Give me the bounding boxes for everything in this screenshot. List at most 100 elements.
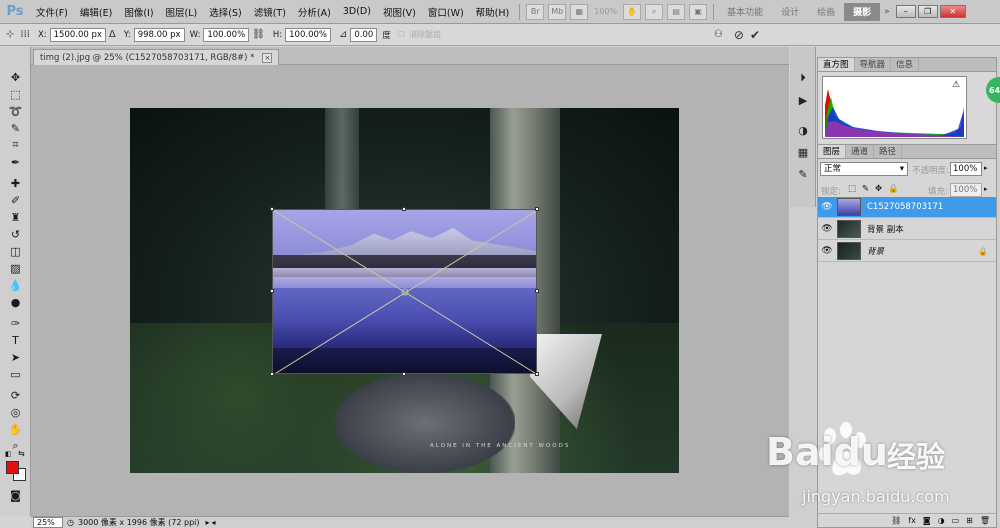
tab-histogram[interactable]: 直方图 <box>818 58 855 71</box>
zoom-tool-button[interactable]: ⌕ <box>645 3 664 20</box>
3d-rotate-tool-icon[interactable]: ⟳ <box>6 387 25 403</box>
transform-handle-l[interactable] <box>270 289 274 293</box>
shape-tool-icon[interactable]: ▭ <box>6 366 25 382</box>
fill-input[interactable]: 100% <box>950 183 982 197</box>
warp-mode-icon[interactable]: ⚇ <box>714 29 723 40</box>
lock-transparent-icon[interactable]: ⬚ <box>848 184 856 194</box>
transform-handle-tl[interactable] <box>270 207 274 211</box>
transform-handle-bl[interactable] <box>270 372 274 376</box>
dodge-tool-icon[interactable]: ● <box>6 294 25 310</box>
zoom-input[interactable]: 25% <box>33 517 63 528</box>
visibility-eye-icon[interactable]: 👁 <box>820 200 834 214</box>
visibility-eye-icon[interactable]: 👁 <box>820 244 834 258</box>
extras-button[interactable]: ▦ <box>570 3 589 20</box>
workspace-design[interactable]: 设计 <box>772 5 808 18</box>
zoom-level-select[interactable]: 100% <box>594 7 617 16</box>
height-input[interactable]: 100.00% <box>285 27 331 42</box>
document-tab[interactable]: timg (2).jpg @ 25% (C1527058703171, RGB/… <box>33 49 280 65</box>
default-colors-icon[interactable]: ◧ <box>5 450 12 458</box>
workspace-essentials[interactable]: 基本功能 <box>718 5 772 18</box>
menu-image[interactable]: 图像(I) <box>118 5 159 19</box>
minimize-button[interactable]: – <box>895 5 916 18</box>
adjustments-panel-icon[interactable]: ◑ <box>795 123 811 137</box>
x-position-input[interactable]: 1500.00 px <box>49 27 106 42</box>
commit-transform-icon[interactable]: ✔ <box>750 28 760 42</box>
pen-tool-icon[interactable]: ✑ <box>6 315 25 331</box>
history-brush-icon[interactable]: ↺ <box>6 226 25 242</box>
lock-pixels-icon[interactable]: ✎ <box>862 184 869 194</box>
canvas-area[interactable]: ALONE IN THE ANCIENT WOODS <box>31 65 789 516</box>
type-tool-icon[interactable]: T <box>6 332 25 348</box>
menu-select[interactable]: 选择(S) <box>203 5 247 19</box>
actions-panel-icon[interactable]: ▶ <box>795 93 811 107</box>
quick-mask-icon[interactable]: ◙ <box>6 487 25 503</box>
crop-tool-icon[interactable]: ⌗ <box>6 137 25 153</box>
layer-row-background-copy[interactable]: 👁 背景 副本 <box>818 219 996 240</box>
layer-row-background[interactable]: 👁 背景 🔒 <box>818 241 996 262</box>
restore-button[interactable]: ❐ <box>917 5 938 18</box>
workspace-painting[interactable]: 绘画 <box>808 5 844 18</box>
antialias-checkbox[interactable]: ☐ <box>398 30 405 39</box>
cancel-transform-icon[interactable]: ⊘ <box>734 28 744 42</box>
menu-window[interactable]: 窗口(W) <box>422 5 470 19</box>
width-input[interactable]: 100.00% <box>203 27 250 42</box>
healing-brush-icon[interactable]: ✚ <box>6 175 25 191</box>
transform-handle-r[interactable] <box>535 289 539 293</box>
move-tool-icon[interactable]: ✥ <box>6 69 25 85</box>
3d-orbit-tool-icon[interactable]: ◎ <box>6 404 25 420</box>
menu-help[interactable]: 帮助(H) <box>470 5 516 19</box>
menu-analysis[interactable]: 分析(A) <box>292 5 337 19</box>
transform-handle-b[interactable] <box>402 372 406 376</box>
clone-stamp-icon[interactable]: ♜ <box>6 209 25 225</box>
eyedropper-tool-icon[interactable]: ✒ <box>6 154 25 170</box>
workspace-photography[interactable]: 摄影 <box>844 2 881 21</box>
menu-filter[interactable]: 滤镜(T) <box>248 5 292 19</box>
menu-edit[interactable]: 编辑(E) <box>74 5 118 19</box>
eraser-tool-icon[interactable]: ◫ <box>6 243 25 259</box>
foreground-color-swatch[interactable] <box>6 461 19 474</box>
lock-all-icon[interactable]: 🔒 <box>888 184 899 194</box>
menu-file[interactable]: 文件(F) <box>30 5 74 19</box>
menu-3d[interactable]: 3D(D) <box>337 6 377 17</box>
transform-handle-t[interactable] <box>402 207 406 211</box>
histogram-warning-icon[interactable]: ⚠ <box>952 80 960 90</box>
hand-tool-button[interactable]: ✋ <box>623 3 642 20</box>
fill-arrow-icon[interactable]: ▸ <box>984 185 988 193</box>
opacity-input[interactable]: 100% <box>950 162 982 176</box>
styles-panel-icon[interactable]: ✎ <box>795 167 811 181</box>
blend-mode-select[interactable]: 正常 ▾ <box>820 162 908 176</box>
menu-view[interactable]: 视图(V) <box>377 5 422 19</box>
arrange-documents-button[interactable]: ▤ <box>667 3 686 20</box>
close-button[interactable]: ✕ <box>939 5 966 18</box>
bridge-button[interactable]: Br <box>526 3 545 20</box>
close-tab-icon[interactable]: × <box>262 52 273 63</box>
transform-handle-br[interactable] <box>535 372 539 376</box>
tab-channels[interactable]: 通道 <box>846 145 875 158</box>
menu-layer[interactable]: 图层(L) <box>160 5 204 19</box>
tab-layers[interactable]: 图层 <box>818 145 847 158</box>
swatches-panel-icon[interactable]: ▦ <box>795 145 811 159</box>
hand-tool-icon[interactable]: ✋ <box>6 421 25 437</box>
lasso-tool-icon[interactable]: ➰ <box>6 103 25 119</box>
marquee-tool-icon[interactable]: ⬚ <box>6 86 25 102</box>
workspace-more-icon[interactable]: » <box>884 7 890 17</box>
tab-info[interactable]: 信息 <box>891 58 920 71</box>
tab-navigator[interactable]: 导航器 <box>855 58 892 71</box>
y-position-input[interactable]: 998.00 px <box>133 27 185 42</box>
brush-tool-icon[interactable]: ✐ <box>6 192 25 208</box>
screen-mode-button[interactable]: ▣ <box>689 3 708 20</box>
layer-row-placed[interactable]: 👁 C1527058703171 <box>818 197 996 218</box>
transform-handle-tr[interactable] <box>535 207 539 211</box>
status-info-icon[interactable]: ◷ <box>67 518 74 527</box>
link-icon[interactable]: ⛓ <box>252 29 265 40</box>
path-select-tool-icon[interactable]: ➤ <box>6 349 25 365</box>
angle-input[interactable]: 0.00 <box>350 27 378 42</box>
transform-tool-icon[interactable]: ⊹ <box>6 29 14 40</box>
reference-point-icon[interactable]: ⁞⁞⁞ <box>20 29 30 40</box>
placed-image-layer[interactable] <box>272 209 537 374</box>
scroll-left-icon[interactable]: ◂ <box>212 518 216 527</box>
blur-tool-icon[interactable]: 💧 <box>6 277 25 293</box>
opacity-arrow-icon[interactable]: ▸ <box>984 164 988 172</box>
visibility-eye-icon[interactable]: 👁 <box>820 222 834 236</box>
gradient-tool-icon[interactable]: ▨ <box>6 260 25 276</box>
